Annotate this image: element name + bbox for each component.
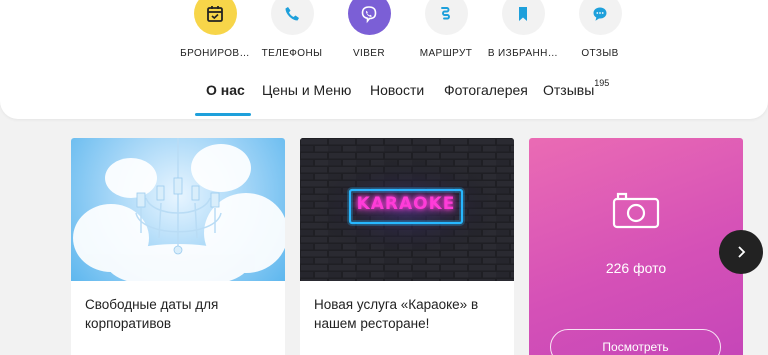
phones-label: ТЕЛЕФОНЫ [261,48,323,59]
photo-count: 226 фото [605,260,667,276]
tab-reviews-label: Отзывы [543,82,595,98]
viber-button[interactable] [347,0,391,35]
booking-button[interactable] [193,0,237,35]
news-caption: Новая услуга «Караоке» в нашем ресторане… [314,297,479,331]
view-photos-button[interactable]: Посмотреть [550,329,721,355]
tab-bar: О нас Цены и Меню Новости Фотогалерея От… [0,78,768,119]
karaoke-neon-image: KARAOKE [300,138,514,281]
review-label: ОТЗЫВ [581,48,619,59]
tab-about[interactable]: О нас [206,82,245,116]
tab-reviews[interactable]: Отзывы195 [543,78,609,116]
news-card-karaoke[interactable]: KARAOKE Новая услуга «Караоке» в нашем р… [300,138,514,355]
favorites-label: В ИЗБРАНН… [487,48,559,59]
next-slide-button[interactable] [719,230,763,274]
viber-label: VIBER [352,48,385,59]
action-bar: БРОНИРОВ… ТЕЛЕФОНЫ VIBER МАРШРУТ В ИЗБРА… [0,0,768,60]
phone-icon [285,6,299,20]
bookmark-icon [519,6,527,21]
winter-chandelier-image [71,138,285,281]
photo-gallery-card[interactable]: 226 фото Посмотреть [529,138,743,355]
tab-prices-menu[interactable]: Цены и Меню [262,82,351,116]
top-panel: БРОНИРОВ… ТЕЛЕФОНЫ VIBER МАРШРУТ В ИЗБРА… [0,0,768,119]
phones-button[interactable] [270,0,314,35]
karaoke-sign-text: KARAOKE [356,194,456,214]
reviews-count-badge: 195 [594,78,610,88]
tab-photo-gallery[interactable]: Фотогалерея [444,82,528,116]
viber-icon [361,5,377,23]
news-caption: Свободные даты для корпоративов [85,297,219,331]
route-icon [441,6,450,19]
route-label: МАРШРУТ [419,48,473,59]
news-card-corporate[interactable]: Свободные даты для корпоративов [71,138,285,355]
calendar-check-icon [207,5,223,22]
favorites-button[interactable] [501,0,545,35]
review-action[interactable]: ОТЗЫВ [555,0,645,59]
chevron-right-icon [738,246,746,258]
camera-icon [612,192,660,229]
active-tab-indicator [195,113,251,116]
review-button[interactable] [578,0,622,35]
chat-icon [593,7,607,21]
booking-label: БРОНИРОВ… [180,48,250,59]
chandelier-illustration [73,138,285,281]
route-button[interactable] [424,0,468,35]
tab-news[interactable]: Новости [370,82,424,116]
